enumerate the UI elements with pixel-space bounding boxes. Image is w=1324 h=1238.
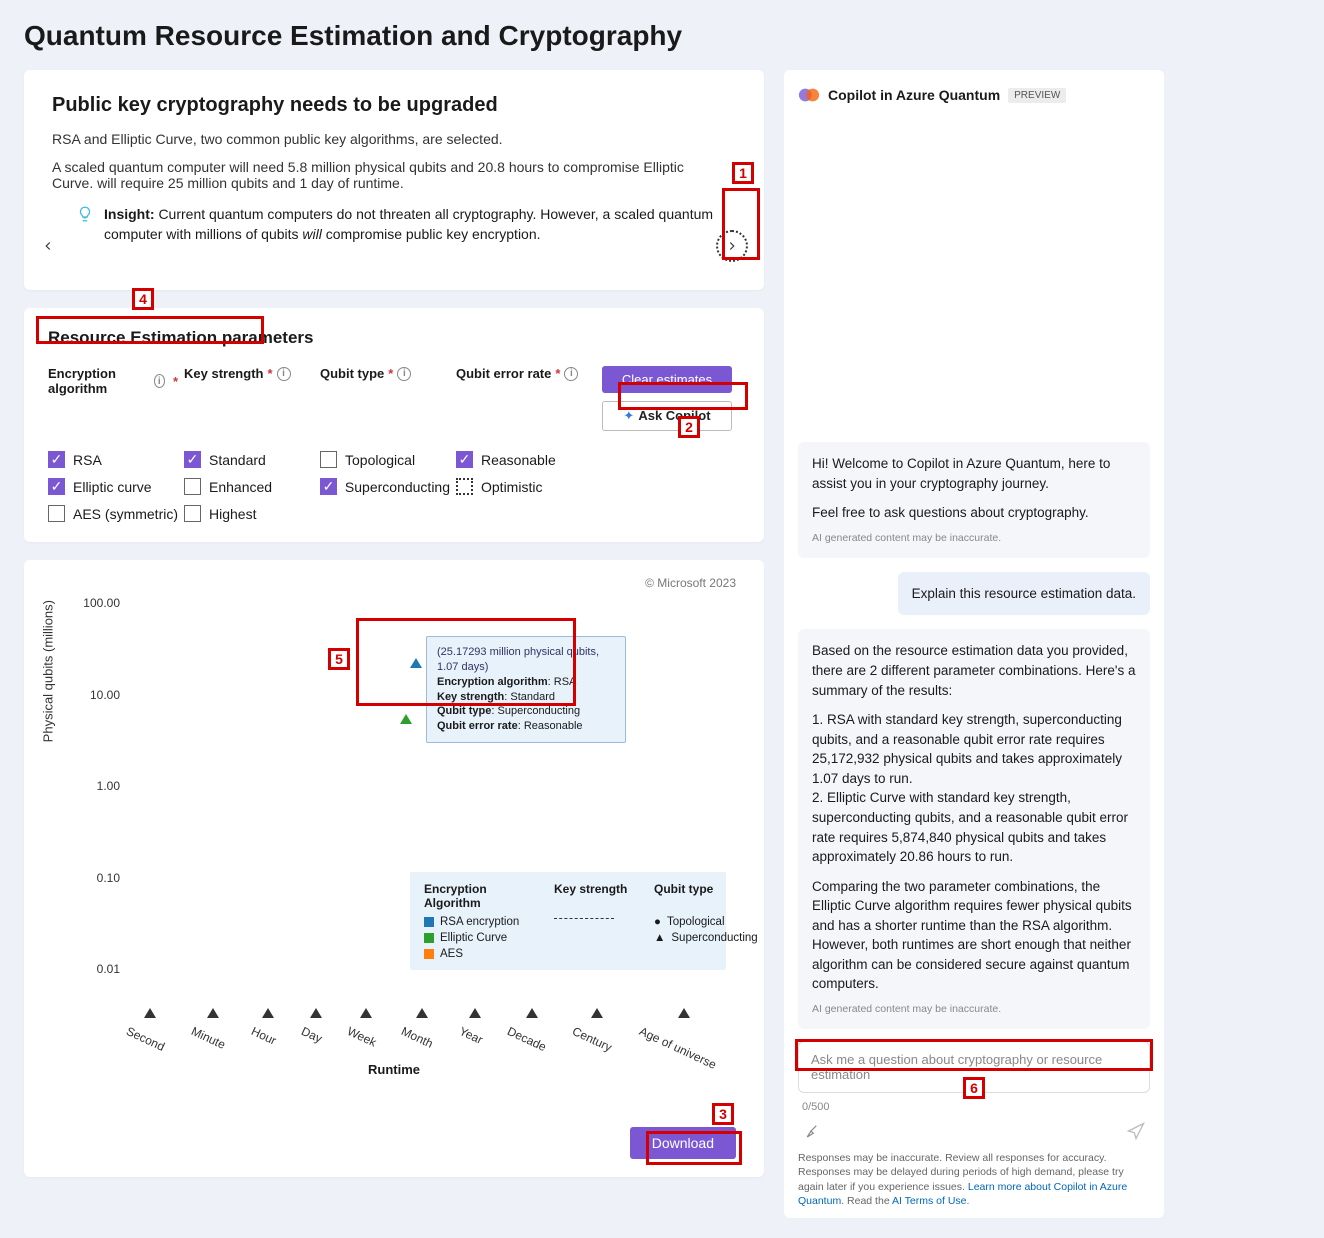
copilot-title: Copilot in Azure Quantum xyxy=(828,87,1000,103)
footer-disclaimer: Responses may be inaccurate. Review all … xyxy=(798,1151,1150,1208)
user-message: Explain this resource estimation data. xyxy=(898,572,1150,616)
data-point-elliptic[interactable] xyxy=(400,714,412,724)
ask-copilot-button[interactable]: ✦Ask Copilot xyxy=(602,401,732,431)
checkbox-elliptic[interactable]: ✓Elliptic curve xyxy=(48,478,178,495)
checkbox-highest[interactable]: Highest xyxy=(184,505,314,522)
copyright-label: © Microsoft 2023 xyxy=(52,576,736,590)
lightbulb-icon xyxy=(76,205,94,223)
x-ticks: Second Minute Hour Day Week Month Year D… xyxy=(130,1008,726,1038)
chart-card: © Microsoft 2023 Physical qubits (millio… xyxy=(24,560,764,1177)
param-head-error: Qubit error rate*i xyxy=(456,366,596,381)
info-icon[interactable]: i xyxy=(397,367,411,381)
preview-badge: PREVIEW xyxy=(1008,88,1066,103)
hero-line1: RSA and Elliptic Curve, two common publi… xyxy=(52,131,736,147)
checkbox-superconducting[interactable]: ✓Superconducting xyxy=(320,478,450,495)
params-card: Resource Estimation parameters Encryptio… xyxy=(24,308,764,542)
assistant-message: Based on the resource estimation data yo… xyxy=(798,629,1150,1029)
download-button[interactable]: Download xyxy=(630,1127,736,1159)
y-ticks: 100.00 10.00 1.00 0.10 0.01 xyxy=(70,596,120,976)
param-head-algo: Encryption algorithmi* xyxy=(48,366,178,396)
assistant-message: Hi! Welcome to Copilot in Azure Quantum,… xyxy=(798,442,1150,558)
sparkle-icon: ✦ xyxy=(623,408,634,423)
info-icon[interactable]: i xyxy=(277,367,291,381)
copilot-logo-icon xyxy=(798,84,820,106)
info-icon[interactable]: i xyxy=(564,367,578,381)
params-title: Resource Estimation parameters xyxy=(48,328,740,348)
clear-estimates-button[interactable]: Clear estimates xyxy=(602,366,732,393)
chat-input[interactable]: Ask me a question about cryptography or … xyxy=(798,1041,1150,1093)
checkbox-enhanced[interactable]: Enhanced xyxy=(184,478,314,495)
checkbox-rsa[interactable]: ✓RSA xyxy=(48,451,178,468)
char-count: 0/500 xyxy=(802,1101,830,1113)
copilot-panel: Copilot in Azure Quantum PREVIEW Hi! Wel… xyxy=(784,70,1164,1218)
checkbox-standard[interactable]: ✓Standard xyxy=(184,451,314,468)
chart-legend: Encryption Algorithm Key strength Qubit … xyxy=(410,872,726,970)
terms-link[interactable]: AI Terms of Use xyxy=(892,1195,967,1207)
prev-arrow-button[interactable] xyxy=(32,230,64,262)
x-axis-label: Runtime xyxy=(52,1062,736,1077)
hero-title: Public key cryptography needs to be upgr… xyxy=(52,94,736,117)
broom-icon[interactable] xyxy=(802,1122,820,1140)
page-title: Quantum Resource Estimation and Cryptogr… xyxy=(24,20,1300,52)
y-axis-label: Physical qubits (millions) xyxy=(41,600,56,742)
hero-card: Public key cryptography needs to be upgr… xyxy=(24,70,764,290)
hero-line2: A scaled quantum computer will need 5.8 … xyxy=(52,159,736,191)
checkbox-aes[interactable]: AES (symmetric) xyxy=(48,505,178,522)
checkbox-reasonable[interactable]: ✓Reasonable xyxy=(456,451,596,468)
chart-tooltip: (25.17293 million physical qubits, 1.07 … xyxy=(426,636,626,743)
send-icon[interactable] xyxy=(1126,1121,1146,1141)
data-point-rsa[interactable] xyxy=(410,658,422,668)
info-icon[interactable]: i xyxy=(154,374,165,388)
next-arrow-button[interactable] xyxy=(716,230,748,262)
param-head-strength: Key strength*i xyxy=(184,366,314,381)
chart-plot[interactable]: Physical qubits (millions) 100.00 10.00 … xyxy=(52,596,736,1016)
checkbox-optimistic[interactable]: Optimistic xyxy=(456,478,596,495)
checkbox-topological[interactable]: Topological xyxy=(320,451,450,468)
param-head-qubit: Qubit type*i xyxy=(320,366,450,381)
insight-text: Insight: Current quantum computers do no… xyxy=(104,205,736,244)
